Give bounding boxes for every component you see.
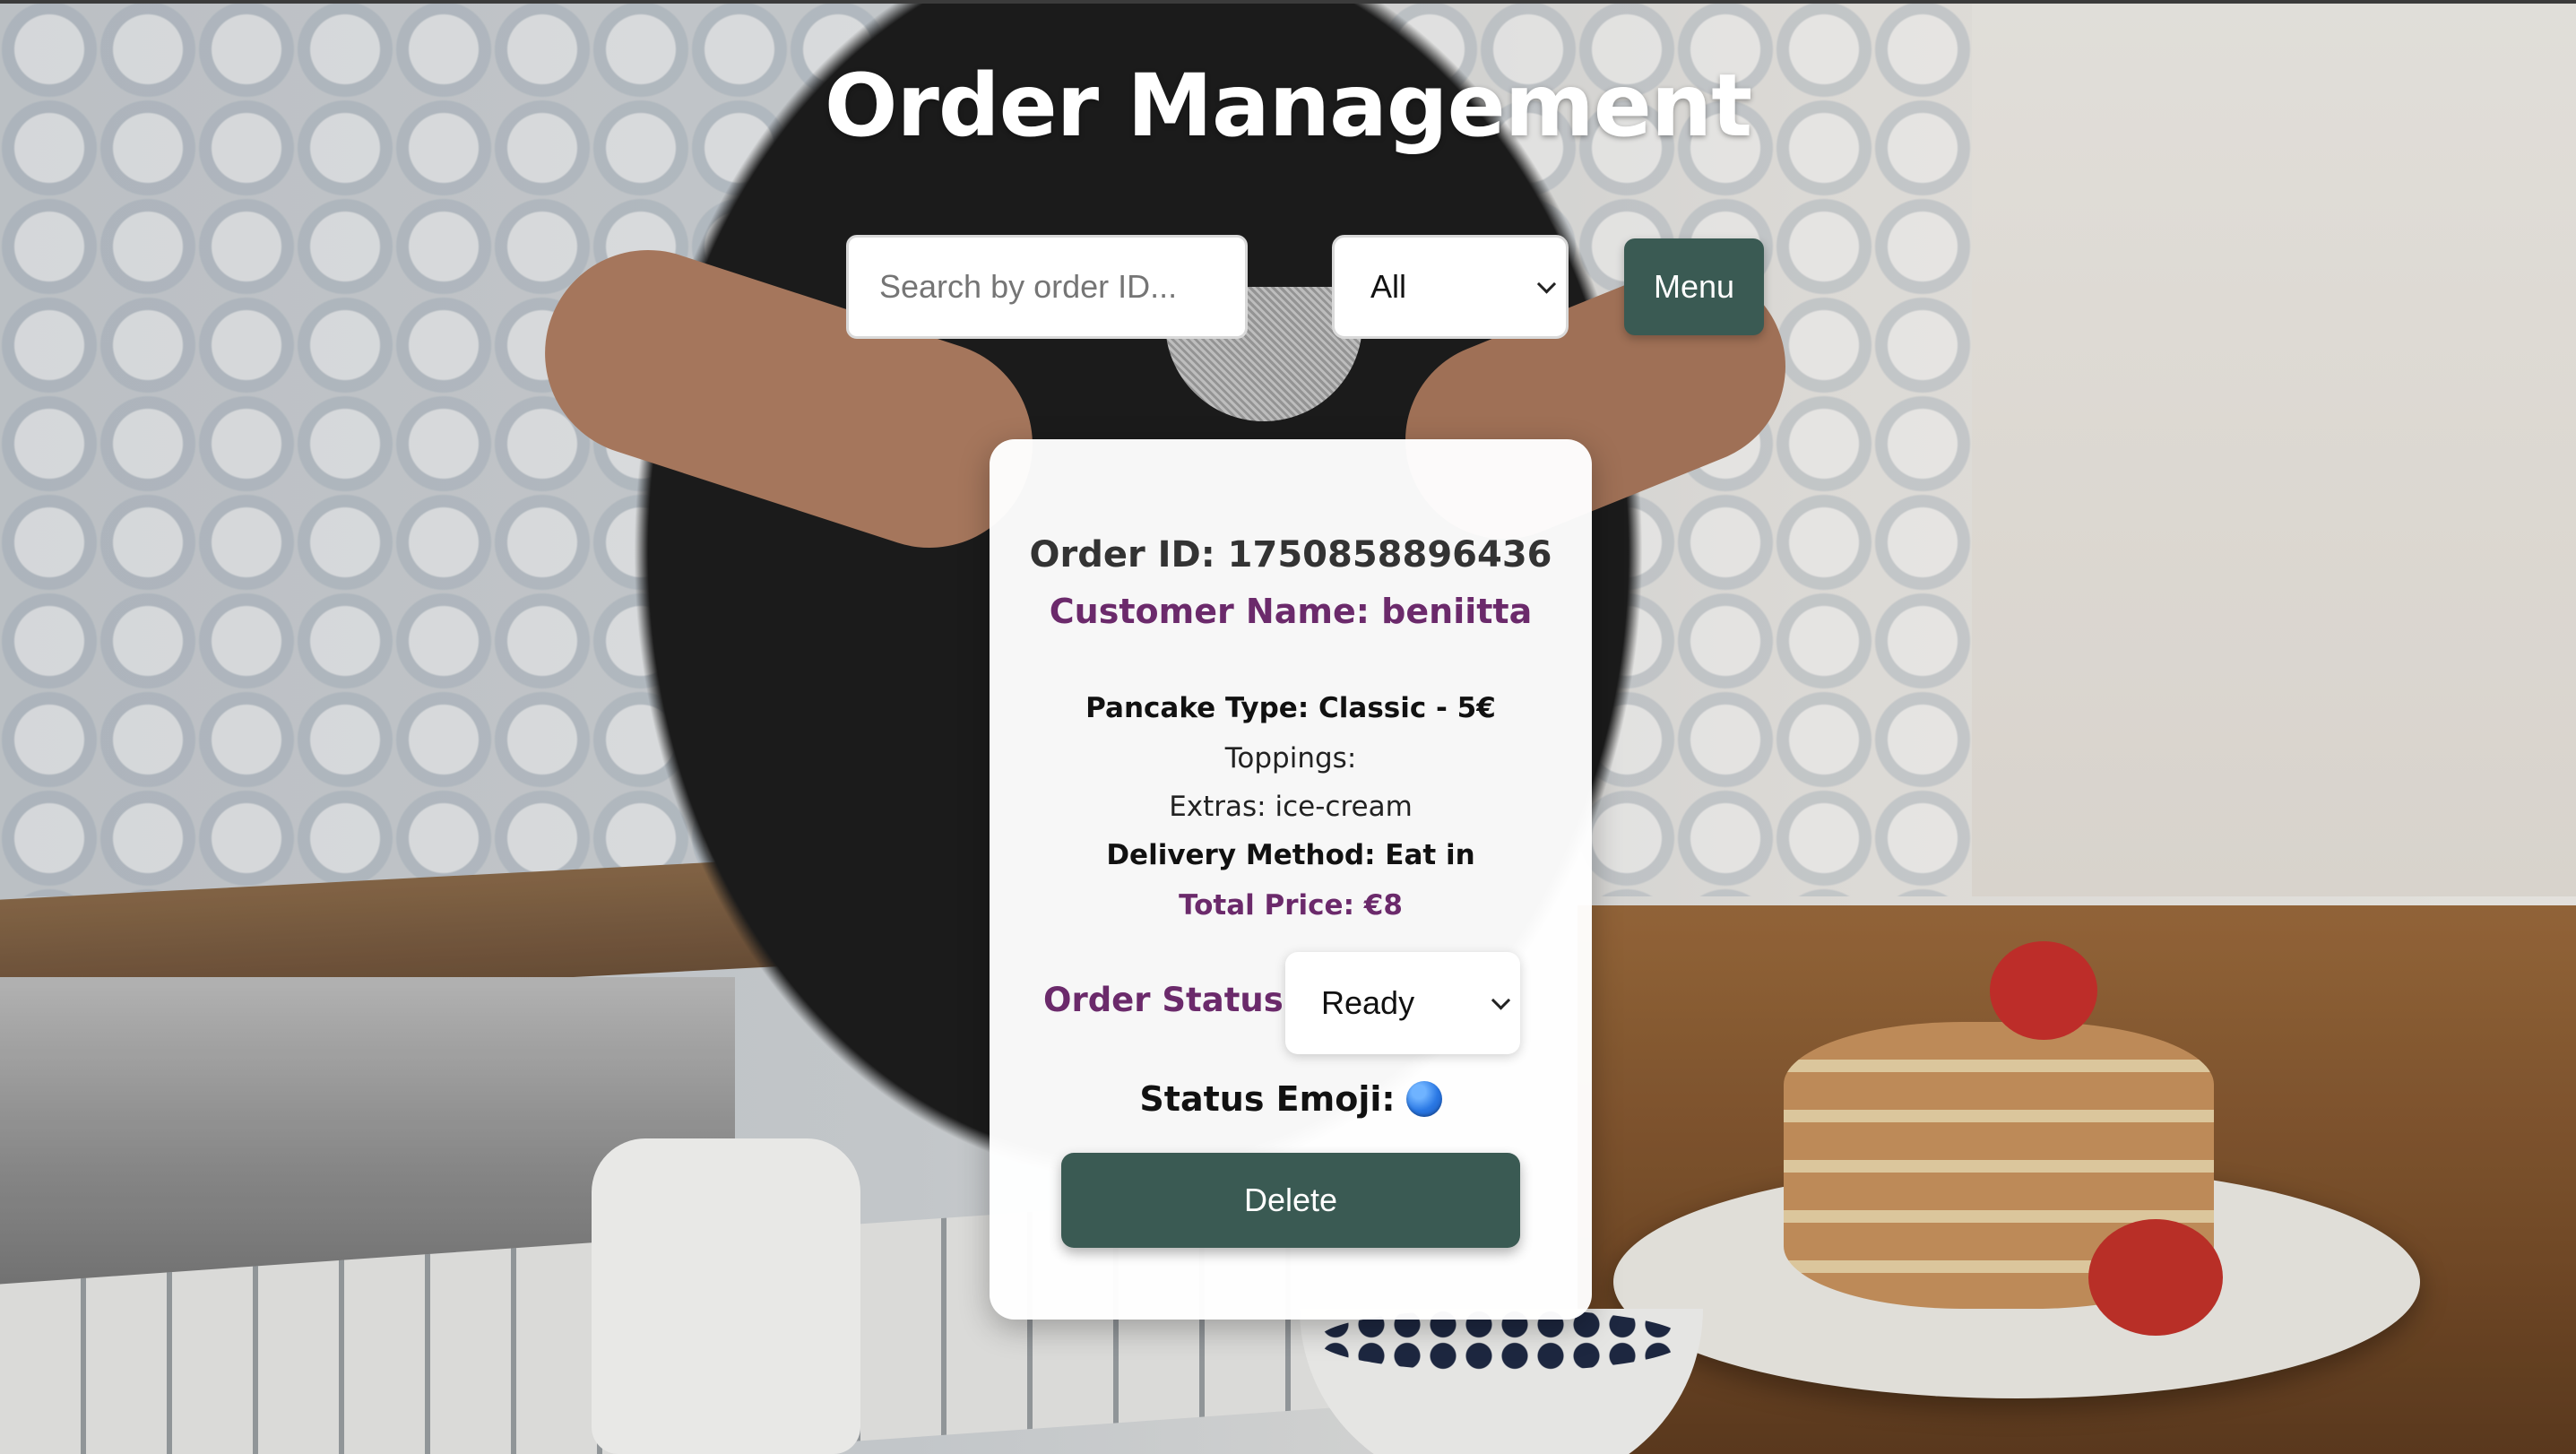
order-card: Order ID: 1750858896436 Customer Name: b…	[990, 439, 1592, 1320]
order-status-select[interactable]: Ready	[1285, 952, 1520, 1054]
extras: Extras: ice-cream	[1169, 791, 1413, 823]
customer-name: Customer Name: beniitta	[1049, 592, 1533, 631]
pancake-type: Pancake Type: Classic - 5€	[1085, 692, 1496, 724]
page-title: Order Management	[824, 56, 1752, 156]
chevron-down-icon	[1536, 274, 1557, 294]
toppings: Toppings:	[1224, 742, 1357, 775]
blue-circle-icon	[1405, 1081, 1442, 1117]
menu-button[interactable]: Menu	[1624, 238, 1764, 335]
chevron-down-icon	[1491, 991, 1511, 1010]
status-filter-select[interactable]: All	[1332, 235, 1569, 339]
order-status-value: Ready	[1321, 984, 1415, 1021]
order-id: Order ID: 1750858896436	[1029, 534, 1552, 576]
delivery-method: Delivery Method: Eat in	[1106, 839, 1475, 871]
total-price: Total Price: €8	[1179, 889, 1403, 922]
delete-button[interactable]: Delete	[1061, 1153, 1520, 1248]
status-emoji-label: Status Emoji:	[1139, 1079, 1396, 1119]
order-status-label: Order Status:	[1043, 981, 1297, 1019]
search-input[interactable]	[846, 235, 1248, 339]
status-emoji: Status Emoji:	[990, 1079, 1592, 1119]
status-filter-value: All	[1370, 268, 1407, 305]
